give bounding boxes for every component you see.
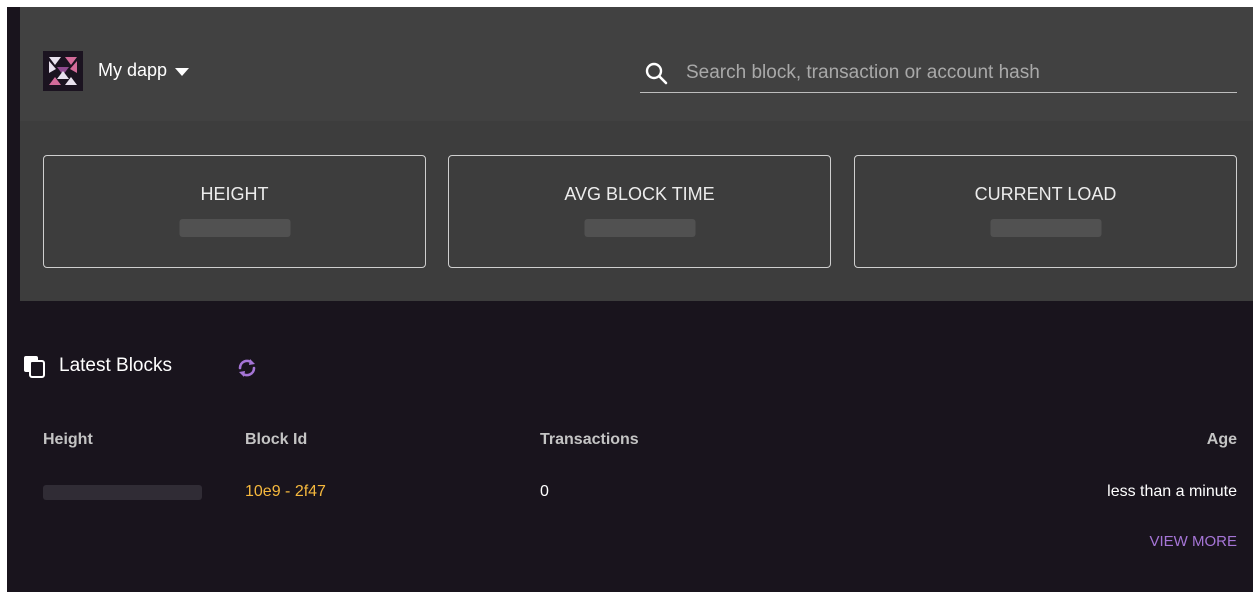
view-more-link[interactable]: VIEW MORE bbox=[1149, 533, 1237, 550]
stats-band: HEIGHT AVG BLOCK TIME CURRENT LOAD bbox=[20, 121, 1253, 301]
column-header-transactions: Transactions bbox=[540, 431, 639, 448]
block-id-link[interactable]: 10e9 - 2f47 bbox=[245, 483, 326, 501]
stat-card-avg-block-time: AVG BLOCK TIME bbox=[448, 155, 831, 268]
column-header-block-id: Block Id bbox=[245, 431, 308, 448]
dapp-logo bbox=[43, 51, 83, 91]
latest-blocks-heading: Latest Blocks bbox=[22, 354, 172, 378]
latest-blocks-title: Latest Blocks bbox=[59, 355, 172, 376]
logo-graphic bbox=[43, 51, 83, 91]
dapp-selector[interactable]: My dapp bbox=[98, 60, 190, 81]
stat-label: AVG BLOCK TIME bbox=[564, 184, 715, 204]
stat-label: CURRENT LOAD bbox=[974, 184, 1117, 204]
search-input[interactable] bbox=[686, 61, 1226, 84]
stat-card-current-load: CURRENT LOAD bbox=[854, 155, 1237, 268]
dapp-name-label: My dapp bbox=[98, 60, 168, 80]
column-header-height: Height bbox=[43, 431, 93, 448]
app-frame: My dapp HEIGHT AVG BLOCK TIME CURRENT LO… bbox=[7, 7, 1253, 592]
caret-down-icon bbox=[175, 67, 190, 76]
stat-label: HEIGHT bbox=[200, 184, 269, 204]
search-bar bbox=[640, 53, 1237, 93]
stat-value-placeholder bbox=[584, 219, 695, 237]
refresh-icon[interactable] bbox=[236, 357, 258, 379]
copy-icon bbox=[24, 356, 45, 378]
stat-value-placeholder bbox=[990, 219, 1101, 237]
search-icon bbox=[645, 62, 668, 84]
transactions-count: 0 bbox=[540, 483, 549, 500]
stat-card-height: HEIGHT bbox=[43, 155, 426, 268]
block-age: less than a minute bbox=[1107, 483, 1237, 500]
stat-value-placeholder bbox=[179, 219, 290, 237]
column-header-age: Age bbox=[1206, 431, 1237, 448]
height-value-placeholder bbox=[43, 485, 202, 500]
